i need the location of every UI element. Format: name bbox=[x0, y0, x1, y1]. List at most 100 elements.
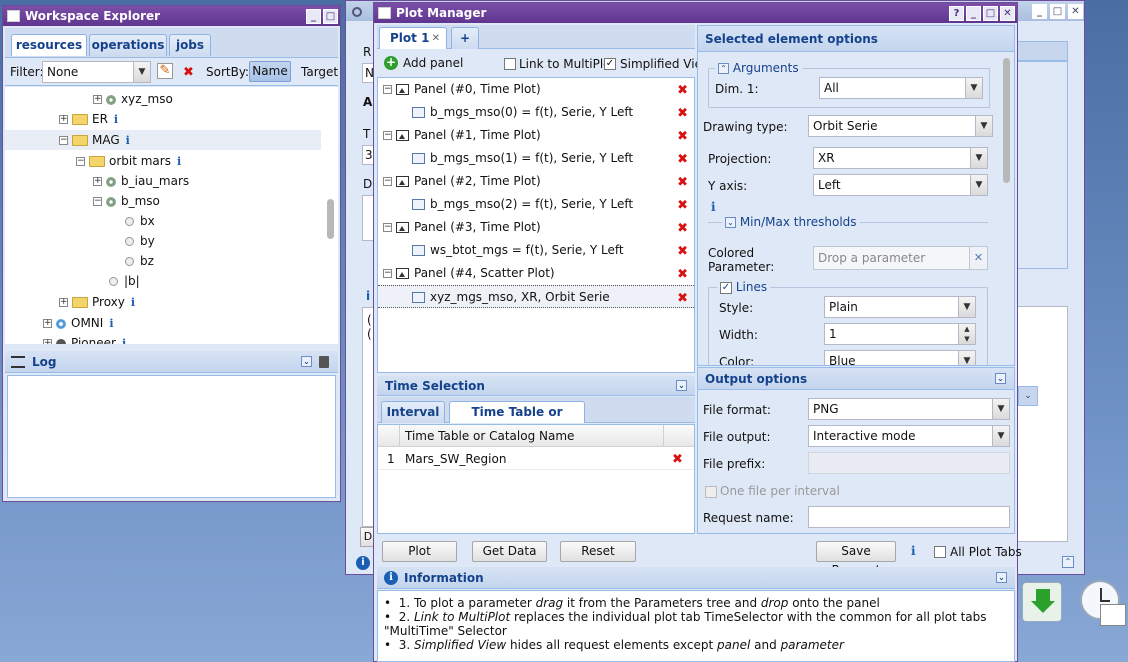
tab-plot-1[interactable]: Plot 1 ✕ bbox=[379, 27, 447, 49]
delete-serie-icon[interactable]: ✖ bbox=[677, 199, 688, 212]
expand-icon[interactable]: + bbox=[93, 95, 102, 104]
pm-close-button[interactable]: ✕ bbox=[1000, 6, 1015, 21]
spinner-arrows-icon[interactable]: ▲ ▼ bbox=[958, 324, 975, 344]
delete-panel-icon[interactable]: ✖ bbox=[677, 176, 688, 189]
info-icon[interactable]: i bbox=[131, 296, 135, 309]
tree-node-by[interactable]: by bbox=[125, 231, 155, 251]
yaxis-select[interactable]: Left ▼ bbox=[813, 174, 988, 196]
reset-button[interactable]: Reset bbox=[560, 541, 636, 562]
delete-serie-icon[interactable]: ✖ bbox=[677, 153, 688, 166]
minmax-toggle[interactable]: ⌄ Min/Max thresholds bbox=[722, 215, 860, 229]
request-name-input[interactable] bbox=[808, 506, 1010, 528]
tree-node-b-iau-mars[interactable]: + b_iau_mars bbox=[93, 171, 189, 191]
style-select[interactable]: Plain ▼ bbox=[824, 296, 976, 318]
bg-minimize-button[interactable]: _ bbox=[1032, 4, 1047, 19]
serie-row-3[interactable]: ws_btot_mgs = f(t), Serie, Y Left ✖ bbox=[378, 239, 694, 262]
options-scrollbar-thumb[interactable] bbox=[1003, 58, 1010, 183]
collapse-icon[interactable]: ⌃ bbox=[718, 63, 729, 74]
color-select[interactable]: Blue ▼ bbox=[824, 350, 976, 365]
tree-node-proxy[interactable]: + Proxy i bbox=[59, 292, 135, 312]
save-request-button[interactable]: Save Request bbox=[816, 541, 896, 577]
tree-node-b-abs[interactable]: |b| bbox=[109, 271, 140, 291]
info-icon[interactable]: i bbox=[122, 337, 126, 344]
grid-row[interactable]: 1 Mars_SW_Region ✖ bbox=[378, 448, 694, 470]
plot-button[interactable]: Plot bbox=[382, 541, 457, 562]
bg-close-button[interactable]: ✕ bbox=[1068, 4, 1083, 19]
panel-row-1[interactable]: − Panel (#1, Time Plot) ✖ bbox=[378, 124, 694, 147]
lines-legend[interactable]: ✓ Lines bbox=[717, 280, 771, 294]
bg-right-collapse[interactable]: ⌄ bbox=[1018, 386, 1038, 406]
add-panel-button[interactable]: Add panel bbox=[403, 56, 463, 70]
pm-minimize-button[interactable]: _ bbox=[966, 6, 981, 21]
panel-row-2[interactable]: − Panel (#2, Time Plot) ✖ bbox=[378, 170, 694, 193]
tree-node-orbit-mars[interactable]: − orbit mars i bbox=[76, 151, 181, 171]
add-icon[interactable]: + bbox=[384, 56, 398, 70]
expand-icon[interactable]: + bbox=[43, 339, 52, 344]
info-icon[interactable]: i bbox=[177, 155, 181, 168]
expand-icon[interactable]: + bbox=[59, 298, 68, 307]
link-multiplot-checkbox[interactable] bbox=[504, 58, 516, 70]
delete-serie-icon[interactable]: ✖ bbox=[677, 292, 688, 305]
tab-resources[interactable]: resources bbox=[11, 34, 87, 56]
dim-select[interactable]: All ▼ bbox=[819, 77, 983, 99]
serie-row-4-selected[interactable]: xyz_mgs_mso, XR, Orbit Serie ✖ bbox=[378, 285, 694, 308]
file-output-select[interactable]: Interactive mode ▼ bbox=[808, 425, 1010, 447]
arguments-legend[interactable]: ⌃ Arguments bbox=[715, 61, 802, 75]
info-icon[interactable]: i bbox=[126, 134, 130, 147]
we-maximize-button[interactable]: □ bbox=[323, 9, 338, 24]
collapse-icon[interactable]: − bbox=[383, 131, 392, 140]
pm-maximize-button[interactable]: □ bbox=[983, 6, 998, 21]
tab-operations[interactable]: operations bbox=[89, 34, 167, 56]
lines-checkbox[interactable]: ✓ bbox=[720, 281, 732, 294]
tree-node-bz[interactable]: bz bbox=[125, 251, 154, 271]
delete-serie-icon[interactable]: ✖ bbox=[677, 245, 688, 258]
panel-row-4[interactable]: − Panel (#4, Scatter Plot) ✖ bbox=[378, 262, 694, 285]
width-spinner[interactable]: 1 ▲ ▼ bbox=[824, 323, 976, 345]
we-minimize-button[interactable]: _ bbox=[306, 9, 321, 24]
file-format-select[interactable]: PNG ▼ bbox=[808, 398, 1010, 420]
tab-jobs[interactable]: jobs bbox=[169, 34, 211, 56]
panel-row-3[interactable]: − Panel (#3, Time Plot) ✖ bbox=[378, 216, 694, 239]
tree-node-mag[interactable]: − MAG i bbox=[5, 130, 321, 150]
tree-node-pioneer[interactable]: + Pioneer i bbox=[43, 333, 126, 344]
sort-target-button[interactable]: Target bbox=[301, 65, 338, 79]
tree-scrollbar-thumb[interactable] bbox=[327, 199, 334, 239]
trash-icon[interactable] bbox=[319, 356, 329, 368]
save-info-icon[interactable]: i bbox=[911, 544, 916, 558]
download-desktop-icon[interactable] bbox=[1022, 582, 1062, 622]
projection-select[interactable]: XR ▼ bbox=[813, 147, 988, 169]
serie-row-2[interactable]: b_mgs_mso(2) = f(t), Serie, Y Left ✖ bbox=[378, 193, 694, 216]
collapse-icon[interactable]: ⌄ bbox=[995, 373, 1006, 384]
collapse-icon[interactable]: − bbox=[383, 269, 392, 278]
bg-maximize-button[interactable]: □ bbox=[1050, 4, 1065, 19]
collapse-icon[interactable]: − bbox=[76, 157, 85, 166]
filter-select[interactable]: None ▼ bbox=[42, 61, 151, 83]
delete-panel-icon[interactable]: ✖ bbox=[677, 130, 688, 143]
drawing-type-select[interactable]: Orbit Serie ▼ bbox=[808, 115, 993, 137]
edit-filter-icon[interactable]: ✎ bbox=[157, 63, 173, 79]
info-icon[interactable]: i bbox=[114, 113, 118, 126]
panel-row-0[interactable]: − Panel (#0, Time Plot) ✖ bbox=[378, 78, 694, 101]
bg-expand-up[interactable]: ⌃ bbox=[1062, 556, 1074, 568]
sort-name-button[interactable]: Name bbox=[249, 61, 291, 82]
all-plot-tabs-checkbox[interactable] bbox=[934, 546, 946, 558]
help-button[interactable]: ? bbox=[949, 6, 964, 21]
serie-row-1[interactable]: b_mgs_mso(1) = f(t), Serie, Y Left ✖ bbox=[378, 147, 694, 170]
delete-panel-icon[interactable]: ✖ bbox=[677, 84, 688, 97]
delete-row-icon[interactable]: ✖ bbox=[672, 453, 683, 466]
simplified-view-checkbox[interactable]: ✓ bbox=[604, 58, 616, 70]
tree-node-b-mso[interactable]: − b_mso bbox=[93, 191, 160, 211]
collapse-icon[interactable]: ⌄ bbox=[996, 572, 1007, 583]
tree-node-er[interactable]: + ER i bbox=[59, 109, 118, 129]
delete-serie-icon[interactable]: ✖ bbox=[677, 107, 688, 120]
tab-time-table[interactable]: Time Table or Catalog bbox=[449, 401, 585, 440]
clear-parameter-icon[interactable]: ✕ bbox=[969, 247, 987, 269]
collapse-icon[interactable]: − bbox=[383, 85, 392, 94]
collapse-icon[interactable]: − bbox=[383, 223, 392, 232]
close-tab-icon[interactable]: ✕ bbox=[432, 28, 440, 49]
expand-icon[interactable]: + bbox=[59, 115, 68, 124]
add-tab-button[interactable]: + bbox=[451, 27, 479, 49]
collapse-icon[interactable]: ⌄ bbox=[676, 380, 687, 391]
serie-row-0[interactable]: b_mgs_mso(0) = f(t), Serie, Y Left ✖ bbox=[378, 101, 694, 124]
expand-icon[interactable]: + bbox=[93, 177, 102, 186]
